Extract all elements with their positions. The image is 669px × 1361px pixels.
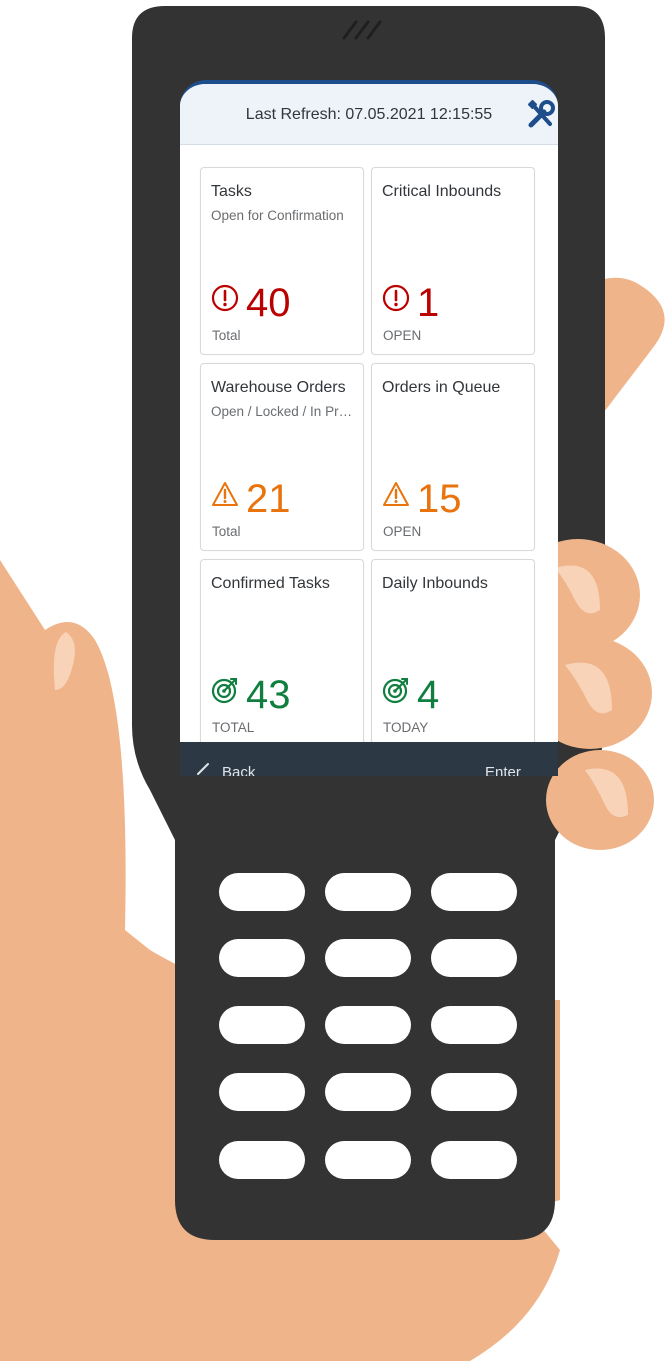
keypad-key[interactable]: [219, 1006, 305, 1044]
keypad-key[interactable]: [431, 873, 517, 911]
tile-title: Daily Inbounds: [382, 575, 488, 592]
tile-unit: TODAY: [383, 720, 429, 735]
tile-orders-in-queue[interactable]: Orders in Queue 15 OPEN: [371, 363, 535, 551]
tile-value: 4: [417, 673, 440, 717]
keypad-key[interactable]: [431, 1006, 517, 1044]
keypad-key[interactable]: [325, 873, 411, 911]
keypad-key[interactable]: [325, 939, 411, 977]
keypad-key[interactable]: [219, 1141, 305, 1179]
tile-unit: OPEN: [383, 328, 422, 343]
tile-subtitle: Open for Confirmation: [211, 208, 344, 223]
keypad-key[interactable]: [325, 1006, 411, 1044]
tile-subtitle: Open / Locked / In Pro...: [211, 404, 357, 419]
tile-unit: Total: [212, 328, 241, 343]
tile-daily-inbounds[interactable]: Daily Inbounds 4 TODAY: [371, 559, 535, 747]
target-icon: [211, 678, 237, 704]
enter-button[interactable]: Enter: [485, 764, 521, 776]
tile-value: 43: [246, 673, 291, 717]
tile-title: Critical Inbounds: [382, 183, 502, 200]
settings-tools-icon[interactable]: [526, 98, 558, 130]
alert-circle-icon: [382, 284, 410, 312]
tile-title: Tasks: [211, 183, 252, 200]
bottom-nav-bar: Back Enter: [180, 742, 558, 776]
tile-value: 40: [246, 281, 291, 325]
warning-triangle-icon: [212, 482, 238, 506]
device-screen: Last Refresh: 07.05.2021 12:15:55 Tasks …: [180, 80, 558, 776]
tile-title: Warehouse Orders: [211, 379, 346, 396]
keypad-key[interactable]: [325, 1141, 411, 1179]
keypad-key[interactable]: [219, 1073, 305, 1111]
keypad-key[interactable]: [219, 873, 305, 911]
tile-title: Orders in Queue: [382, 379, 501, 396]
keypad-key[interactable]: [219, 939, 305, 977]
tile-unit: OPEN: [383, 524, 422, 539]
keypad-key[interactable]: [431, 1073, 517, 1111]
tile-critical-inbounds[interactable]: Critical Inbounds 1 OPEN: [371, 167, 535, 355]
tile-value: 1: [417, 281, 440, 325]
back-button[interactable]: Back: [222, 764, 255, 776]
alert-circle-icon: [211, 284, 239, 312]
target-icon: [382, 678, 408, 704]
tile-tasks[interactable]: Tasks Open for Confirmation 40 Total: [200, 167, 364, 355]
refresh-header: Last Refresh: 07.05.2021 12:15:55: [180, 84, 558, 145]
warning-triangle-icon: [383, 482, 409, 506]
keypad-key[interactable]: [431, 1141, 517, 1179]
tile-warehouse-orders[interactable]: Warehouse Orders Open / Locked / In Pro.…: [200, 363, 364, 551]
tile-unit: TOTAL: [212, 720, 255, 735]
back-arrow-icon: [197, 763, 209, 775]
keypad-key[interactable]: [431, 939, 517, 977]
keypad-key[interactable]: [325, 1073, 411, 1111]
tile-value: 21: [246, 477, 291, 521]
last-refresh-label: Last Refresh: 07.05.2021 12:15:55: [245, 106, 493, 123]
tile-value: 15: [417, 477, 462, 521]
tile-title: Confirmed Tasks: [211, 575, 330, 592]
tile-unit: Total: [212, 524, 241, 539]
tile-confirmed-tasks[interactable]: Confirmed Tasks 43 TOTAL: [200, 559, 364, 747]
